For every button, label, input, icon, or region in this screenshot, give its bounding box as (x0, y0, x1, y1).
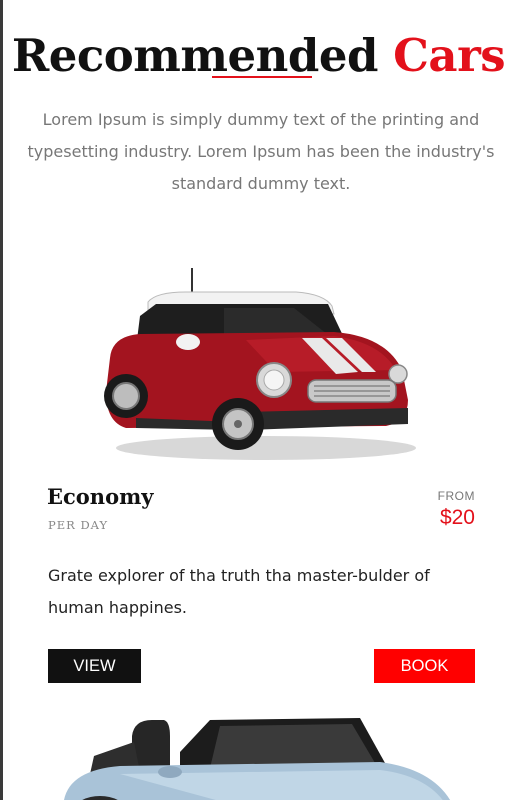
price-from-label: FROM (437, 489, 475, 503)
heading-main-text: Recommended (11, 29, 379, 83)
car-title: Economy (47, 484, 154, 509)
red-hatchback-car-icon (104, 268, 416, 460)
blue-convertible-car-icon (64, 718, 450, 800)
section-intro: Lorem Ipsum is simply dummy text of the … (27, 110, 495, 193)
view-button[interactable]: VIEW (48, 649, 141, 683)
car-image-convertible (60, 712, 460, 800)
section-heading: Recommended Cars (3, 30, 514, 82)
heading-accent-text: Cars (393, 29, 506, 83)
car-description: Grate explorer of tha truth tha master-b… (48, 566, 430, 617)
page-left-edge (0, 0, 3, 800)
car-period: PER DAY (48, 518, 109, 532)
car-image-economy (96, 262, 420, 468)
book-button[interactable]: BOOK (374, 649, 475, 683)
heading-divider (212, 76, 312, 78)
car-price: $20 (439, 506, 475, 529)
